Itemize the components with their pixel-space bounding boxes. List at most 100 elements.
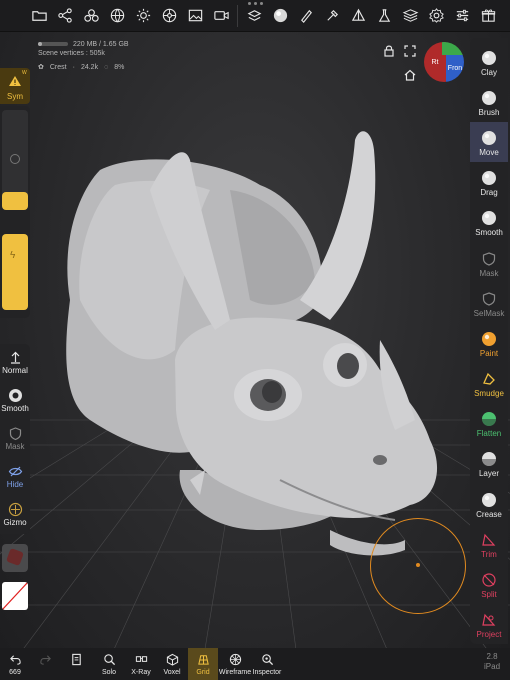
voxel-button[interactable]: Voxel (158, 648, 186, 680)
expand-icon[interactable] (403, 44, 417, 58)
voxel-cube-icon (166, 653, 178, 666)
hide-label: Hide (6, 480, 24, 489)
image-icon[interactable] (182, 2, 208, 30)
video-icon[interactable] (208, 2, 234, 30)
sliders-icon[interactable] (449, 2, 475, 30)
tool-smudge[interactable]: Smudge (470, 363, 508, 403)
tool-smooth[interactable]: Smooth (470, 202, 508, 242)
intensity-slider[interactable]: ϟ (2, 234, 28, 310)
tool-layer[interactable]: Layer (470, 443, 508, 483)
object-vertices: 24.2k (80, 64, 99, 71)
tool-split[interactable]: Split (470, 564, 508, 604)
tool-clay[interactable]: Clay (470, 42, 508, 82)
radius-slider-fill (2, 192, 28, 210)
clay-tool-icon (482, 51, 496, 65)
smooth-ball-icon (8, 388, 22, 402)
object-name[interactable]: Crest (50, 63, 67, 72)
undo-count: 669 (9, 669, 21, 676)
smooth-tool-icon (482, 211, 496, 225)
version-info: 2.8 iPad (484, 652, 500, 672)
gizmo-label: Gizmo (3, 518, 27, 527)
intensity-slider-fill (2, 234, 28, 310)
grid-icon (197, 655, 209, 665)
material-sphere-icon[interactable] (267, 2, 293, 30)
folder-icon[interactable] (26, 2, 52, 30)
tool-label: Flatten (476, 429, 502, 438)
mask-toggle[interactable]: Mask (0, 424, 30, 451)
object-icon: ✿ (38, 64, 44, 71)
tool-project[interactable]: Project (470, 604, 508, 644)
trim-tool-icon (482, 533, 496, 546)
navcube-front-label: Fron (447, 64, 463, 72)
lock-icon[interactable] (382, 44, 396, 58)
settings-wheel-icon[interactable] (156, 2, 182, 30)
redo-icon (39, 655, 51, 665)
crease-tool-icon (482, 493, 496, 507)
tool-paint[interactable]: Paint (470, 323, 508, 363)
drag-tool-icon (482, 171, 496, 185)
hide-toggle[interactable]: Hide (0, 462, 30, 489)
material-swatch[interactable] (2, 544, 28, 572)
xray-label: X-Ray (131, 669, 151, 676)
tool-crease[interactable]: Crease (470, 484, 508, 524)
voxel-label: Voxel (163, 669, 181, 676)
redo-button[interactable] (34, 648, 56, 680)
layer-tool-icon (482, 452, 496, 466)
tool-label: Clay (480, 68, 497, 77)
triangle-icon[interactable] (345, 2, 371, 30)
color-swatch[interactable] (2, 582, 28, 610)
normal-toggle[interactable]: Normal (0, 348, 30, 375)
layers-icon[interactable] (397, 2, 423, 30)
move-tool-icon (482, 131, 496, 145)
undo-icon (9, 655, 21, 665)
symmetry-button[interactable]: W Sym (0, 68, 30, 104)
flask-icon[interactable] (371, 2, 397, 30)
memory-readout: 220 MB / 1.65 GB (72, 41, 129, 48)
solo-button[interactable]: Solo (96, 648, 122, 680)
inspector-button[interactable]: Inspector (252, 648, 282, 680)
tool-drag[interactable]: Drag (470, 162, 508, 202)
tool-label: Brush (478, 108, 500, 117)
mask-percent: 8% (114, 64, 125, 71)
document-button[interactable] (64, 648, 88, 680)
sun-icon[interactable] (130, 2, 156, 30)
tool-label: Paint (479, 349, 499, 358)
mask-label: Mask (5, 442, 25, 451)
brush-pen-icon[interactable] (293, 2, 319, 30)
share-graph-icon[interactable] (52, 2, 78, 30)
tool-selmask[interactable]: SelMask (470, 283, 508, 323)
grid-button[interactable]: Grid (188, 648, 218, 680)
version-number: 2.8 (486, 652, 498, 661)
pipette-icon[interactable] (319, 2, 345, 30)
undo-button[interactable]: 669 (4, 648, 26, 680)
home-icon[interactable] (403, 68, 417, 82)
tool-mask[interactable]: Mask (470, 243, 508, 283)
tool-move[interactable]: Move (470, 122, 508, 162)
drag-handle-dots[interactable] (243, 2, 267, 6)
project-tool-icon (482, 613, 496, 626)
radius-slider[interactable] (2, 110, 28, 210)
arrow-up-icon (10, 351, 20, 364)
gizmo-icon (8, 502, 22, 516)
device-label: iPad (484, 662, 501, 671)
gizmo-toggle[interactable]: Gizmo (0, 500, 30, 527)
brush-center-dot (416, 563, 420, 567)
navigation-cube[interactable]: Rt Fron (424, 42, 464, 82)
gift-icon[interactable] (475, 2, 501, 30)
navcube-front-face[interactable]: Fron (446, 54, 464, 82)
tool-trim[interactable]: Trim (470, 524, 508, 564)
wireframe-button[interactable]: Wireframe (218, 648, 252, 680)
navcube-left-label: Rt (431, 58, 439, 66)
xray-button[interactable]: X-Ray (126, 648, 156, 680)
tool-brush[interactable]: Brush (470, 82, 508, 122)
navcube-top-face[interactable] (442, 42, 464, 55)
warning-icon (9, 76, 21, 86)
gear-icon[interactable] (423, 2, 449, 30)
scene-icon[interactable] (78, 2, 104, 30)
inspector-label: Inspector (252, 669, 282, 676)
smooth-toggle[interactable]: Smooth (0, 386, 30, 413)
tool-label: SelMask (473, 309, 505, 318)
tool-flatten[interactable]: Flatten (470, 403, 508, 443)
smudge-tool-icon (483, 372, 495, 385)
globe-icon[interactable] (104, 2, 130, 30)
